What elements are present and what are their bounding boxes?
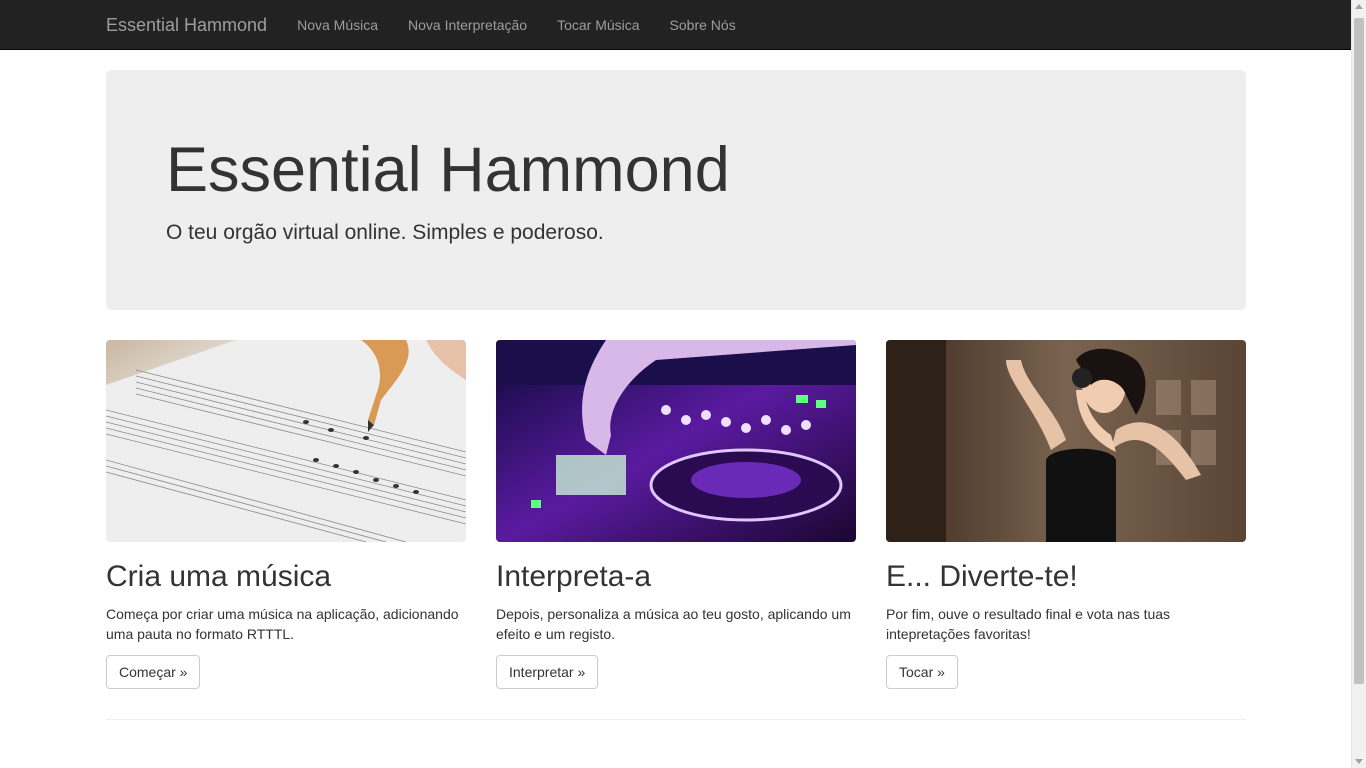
nav-link-tocar-musica[interactable]: Tocar Música: [542, 0, 654, 50]
feature-card-interpret: Interpreta-a Depois, personaliza a músic…: [496, 340, 856, 689]
scrollbar-thumb[interactable]: [1354, 18, 1364, 684]
nav-link-nova-musica[interactable]: Nova Música: [282, 0, 393, 50]
nav-link-sobre-nos[interactable]: Sobre Nós: [655, 0, 751, 50]
feature-card-enjoy: E... Diverte-te! Por fim, ouve o resulta…: [886, 340, 1246, 689]
scroll-down-arrow-icon[interactable]: [1355, 759, 1363, 764]
scroll-up-arrow-icon[interactable]: [1355, 4, 1363, 9]
card-title-interpret: Interpreta-a: [496, 560, 652, 593]
feature-card-create: Cria uma música Começa por criar uma mús…: [106, 340, 466, 689]
comecar-button[interactable]: Começar »: [106, 655, 201, 689]
sheet-music-image: [106, 340, 466, 542]
card-text-enjoy: Por fim, ouve o resultado final e vota n…: [886, 606, 1171, 642]
interpretar-button[interactable]: Interpretar »: [496, 655, 599, 689]
hero-jumbotron: Essential Hammond O teu orgão virtual on…: [106, 70, 1246, 310]
card-title-create: Cria uma música: [106, 560, 332, 593]
navbar-brand-link[interactable]: Essential Hammond: [106, 0, 267, 50]
woman-headphones-image: [886, 340, 1246, 542]
card-text-interpret: Depois, personaliza a música ao teu gost…: [496, 606, 851, 642]
card-title-enjoy: E... Diverte-te!: [886, 560, 1078, 593]
tocar-button[interactable]: Tocar »: [886, 655, 958, 689]
top-navbar: Essential Hammond Nova Música Nova Inter…: [0, 0, 1351, 50]
navbar-inner: Essential Hammond Nova Música Nova Inter…: [106, 0, 751, 50]
nav-link-nova-interpretacao[interactable]: Nova Interpretação: [393, 0, 542, 50]
footer-divider: [106, 719, 1246, 720]
hero-subtitle: O teu orgão virtual online. Simples e po…: [166, 221, 604, 244]
card-text-create: Começa por criar uma música na aplicação…: [106, 606, 459, 642]
hero-title: Essential Hammond: [166, 135, 730, 205]
dj-mixer-image: [496, 340, 856, 542]
vertical-scrollbar[interactable]: [1351, 0, 1366, 768]
